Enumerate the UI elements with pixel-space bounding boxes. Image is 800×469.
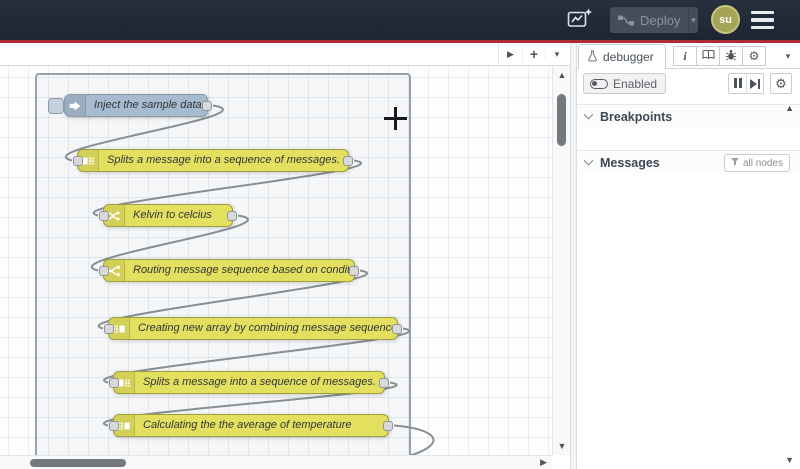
debug-tab-button[interactable] xyxy=(719,46,743,66)
main-area: ▶ + ▾ Inject the sample data Splits a mes… xyxy=(0,43,800,469)
output-port[interactable] xyxy=(349,265,359,276)
main-menu-button[interactable] xyxy=(751,11,775,29)
sidebar-tabbar: debugger i ⚙ ▾ xyxy=(577,43,800,69)
inject-arrow-icon xyxy=(65,95,86,116)
breakpoints-body xyxy=(577,128,800,150)
gear-icon: ⚙ xyxy=(775,75,787,91)
output-port[interactable] xyxy=(379,377,389,388)
pause-step-group xyxy=(728,73,764,94)
breakpoints-section: Breakpoints xyxy=(577,104,800,150)
horizontal-scroll-thumb[interactable] xyxy=(30,459,126,467)
output-port[interactable] xyxy=(383,420,393,431)
chevron-down-icon[interactable] xyxy=(583,155,594,166)
vertical-scroll-thumb[interactable] xyxy=(557,94,566,146)
hamburger-menu-icon xyxy=(751,11,774,15)
inject-trigger-button[interactable] xyxy=(48,98,64,114)
flow-node-join[interactable]: Calculating the the average of temperatu… xyxy=(109,414,393,437)
user-avatar[interactable]: su xyxy=(711,5,740,34)
info-icon: i xyxy=(683,48,687,63)
debugger-enabled-toggle[interactable]: Enabled xyxy=(583,73,667,94)
pause-button[interactable] xyxy=(729,74,746,93)
debugger-toolbar: Enabled ⚙ xyxy=(577,69,800,98)
deploy-options-chevron-icon[interactable]: ▾ xyxy=(689,15,698,26)
flow-canvas[interactable]: Inject the sample data Splits a message i… xyxy=(0,66,552,455)
deploy-nodes-icon xyxy=(618,15,634,26)
input-port[interactable] xyxy=(99,210,109,221)
scroll-down-icon[interactable]: ▼ xyxy=(553,441,571,451)
output-port[interactable] xyxy=(392,323,402,334)
node-label: Kelvin to celcius xyxy=(133,209,212,221)
scroll-up-icon[interactable]: ▲ xyxy=(553,70,571,80)
flow-node-join[interactable]: Creating new array by combining message … xyxy=(104,317,402,340)
deploy-button[interactable]: Deploy ▾ xyxy=(610,7,698,33)
messages-section: Messages all nodes xyxy=(577,150,800,469)
add-flow-button[interactable]: + xyxy=(522,46,545,62)
config-tab-button[interactable]: ⚙ xyxy=(742,46,766,66)
crosshair-cursor xyxy=(384,107,407,130)
debugger-settings-button[interactable]: ⚙ xyxy=(770,73,792,94)
sidebar: debugger i ⚙ ▾ Enabled ⚙ Breakpoints Mes… xyxy=(577,43,800,469)
sidebar-scroll-up-icon[interactable]: ▲ xyxy=(785,103,794,113)
toggle-icon xyxy=(590,78,608,89)
flow-tabbar: ▶ + ▾ xyxy=(0,43,570,66)
messages-body xyxy=(577,174,800,469)
workspace: ▶ + ▾ Inject the sample data Splits a mes… xyxy=(0,43,570,469)
pause-icon xyxy=(733,76,743,91)
messages-header[interactable]: Messages all nodes xyxy=(577,150,800,174)
node-label: Inject the sample data xyxy=(94,99,202,111)
sidebar-scroll-down-icon[interactable]: ▼ xyxy=(785,455,794,465)
tabbar-controls: ▶ + ▾ xyxy=(498,43,568,65)
message-filter-button[interactable]: all nodes xyxy=(723,154,790,172)
bug-icon xyxy=(725,49,737,64)
output-port[interactable] xyxy=(227,210,237,221)
step-button[interactable] xyxy=(746,74,763,93)
node-label: Splits a message into a sequence of mess… xyxy=(143,376,376,388)
output-port[interactable] xyxy=(202,100,212,111)
enabled-label: Enabled xyxy=(613,76,658,91)
deploy-label: Deploy xyxy=(640,12,681,28)
node-label: Calculating the the average of temperatu… xyxy=(143,419,352,431)
book-icon xyxy=(701,49,715,63)
help-tab-button[interactable] xyxy=(696,46,720,66)
flow-node-change[interactable]: Kelvin to celcius xyxy=(99,204,237,227)
input-port[interactable] xyxy=(104,323,114,334)
input-port[interactable] xyxy=(109,420,119,431)
flow-node-split[interactable]: Splits a message into a sequence of mess… xyxy=(109,371,389,394)
info-tab-button[interactable]: i xyxy=(673,46,697,66)
node-label: Routing message sequence based on condit… xyxy=(133,264,349,276)
sidebar-splitter[interactable] xyxy=(570,43,577,469)
filter-label: all nodes xyxy=(742,157,783,169)
flask-icon xyxy=(587,49,598,65)
gear-icon: ⚙ xyxy=(748,49,760,63)
output-port[interactable] xyxy=(343,155,353,166)
node-label: Creating new array by combining message … xyxy=(138,322,392,334)
breakpoints-header[interactable]: Breakpoints xyxy=(577,104,800,128)
input-port[interactable] xyxy=(73,155,83,166)
header-bar: Deploy ▾ su xyxy=(0,0,800,40)
sidebar-tab-label: debugger xyxy=(603,50,654,64)
vertical-scrollbar[interactable]: ▲ ▼ xyxy=(552,66,570,455)
sparkle-flow-icon xyxy=(567,8,593,32)
flow-list-chevron-icon[interactable]: ▾ xyxy=(545,48,568,60)
tab-scroll-right-icon[interactable]: ▶ xyxy=(499,49,522,60)
section-title: Messages xyxy=(600,155,660,170)
flow-node-inject[interactable]: Inject the sample data xyxy=(48,94,212,117)
node-layer: Inject the sample data Splits a message i… xyxy=(0,66,552,455)
input-port[interactable] xyxy=(109,377,119,388)
node-label: Splits a message into a sequence of mess… xyxy=(107,154,340,166)
input-port[interactable] xyxy=(99,265,109,276)
step-icon xyxy=(749,78,761,89)
tab-debugger[interactable]: debugger xyxy=(578,44,666,69)
scroll-right-icon[interactable]: ▶ xyxy=(540,457,547,468)
flow-node-switch[interactable]: Routing message sequence based on condit… xyxy=(99,259,359,282)
chevron-down-icon[interactable] xyxy=(583,109,594,120)
section-title: Breakpoints xyxy=(600,109,673,124)
sparkle-flow-button[interactable] xyxy=(563,6,597,34)
sidebar-options-chevron-icon[interactable]: ▾ xyxy=(779,46,797,66)
horizontal-scrollbar[interactable]: ▶ xyxy=(0,455,552,469)
node-red-window: Deploy ▾ su ▶ + ▾ Inject the sample data… xyxy=(0,0,800,469)
sidebar-tab-buttons: i ⚙ xyxy=(673,46,766,66)
flow-node-split[interactable]: Splits a message into a sequence of mess… xyxy=(73,149,353,172)
filter-icon xyxy=(730,157,739,169)
